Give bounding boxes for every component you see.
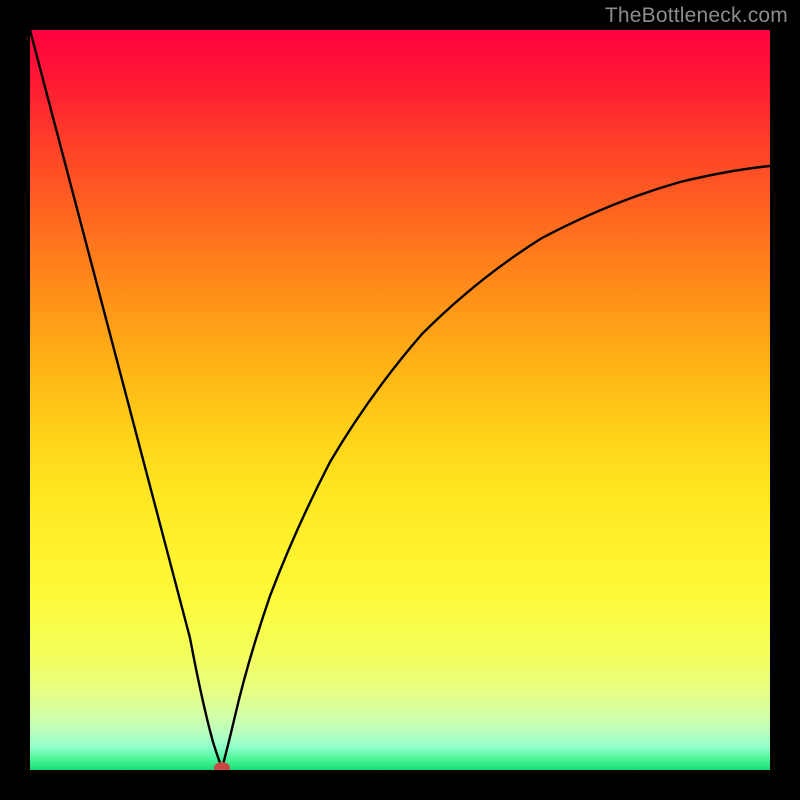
bottleneck-marker [214, 762, 230, 770]
plot-area [30, 30, 770, 770]
watermark-text: TheBottleneck.com [605, 4, 788, 28]
chart-frame: TheBottleneck.com [0, 0, 800, 800]
right-branch-curve [222, 166, 770, 768]
left-branch-curve [30, 30, 222, 768]
curve-svg [30, 30, 770, 770]
